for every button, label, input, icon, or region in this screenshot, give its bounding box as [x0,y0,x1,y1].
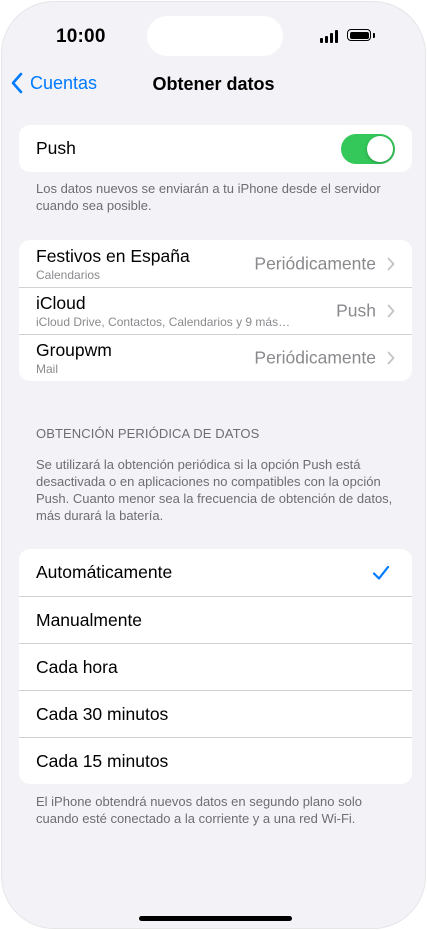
fetch-section-header: OBTENCIÓN PERIÓDICA DE DATOS [36,426,260,441]
home-indicator[interactable] [139,916,292,921]
page-title: Obtener datos [152,74,275,94]
phone-screen: 10:00 Cuentas Obtener datos Push Los dat… [2,2,425,928]
status-time: 10:00 [56,26,106,47]
toggle-knob [367,136,393,162]
account-name: Festivos en España [36,245,190,266]
push-row: Push [19,125,412,172]
account-fetch-value: Periódicamente [254,347,376,368]
push-label: Push [36,138,76,158]
account-row-icloud[interactable]: iCloud iCloud Drive, Contactos, Calendar… [19,287,412,334]
battery-icon [347,29,371,41]
fetch-option-label: Automáticamente [36,562,173,582]
fetch-option-label: Manualmente [36,609,143,630]
push-toggle[interactable] [341,134,395,164]
fetch-option-manual[interactable]: Manualmente [19,596,412,643]
account-name: Groupwm [36,340,112,360]
chevron-right-icon [387,304,395,318]
fetch-option-30min[interactable]: Cada 30 minutos [19,690,412,737]
fetch-option-label: Cada 30 minutos [36,703,169,724]
chevron-right-icon [387,351,395,365]
push-group: Push [19,125,412,172]
fetch-description: Se utilizará la obtención periódica si l… [36,457,393,523]
account-subtitle: Calendarios [36,267,101,282]
fetch-option-automatic[interactable]: Automáticamente [19,549,412,596]
push-footnote: Los datos nuevos se enviarán a tu iPhone… [36,181,381,213]
checkmark-icon [372,565,390,580]
account-fetch-value: Periódicamente [254,253,376,273]
account-fetch-value: Push [336,300,376,321]
accounts-group: Festivos en España Calendarios Periódica… [19,240,412,381]
dynamic-island [147,16,283,56]
account-row-festivos[interactable]: Festivos en España Calendarios Periódica… [19,240,412,287]
fetch-footnote: El iPhone obtendrá nuevos datos en segun… [36,794,362,826]
fetch-option-label: Cada 15 minutos [36,750,169,771]
cellular-signal-icon [320,30,338,43]
account-name: iCloud [36,293,86,313]
account-row-groupwm[interactable]: Groupwm Mail Periódicamente [19,334,412,381]
battery-cap [373,33,375,38]
chevron-right-icon [387,257,395,270]
account-subtitle: Mail [36,362,59,376]
fetch-option-hourly[interactable]: Cada hora [19,643,412,690]
account-subtitle: iCloud Drive, Contactos, Calendarios y 9… [36,315,291,329]
fetch-option-label: Cada hora [36,656,118,677]
fetch-options-group: Automáticamente Manualmente Cada hora Ca… [19,549,412,784]
fetch-option-15min[interactable]: Cada 15 minutos [19,737,412,784]
